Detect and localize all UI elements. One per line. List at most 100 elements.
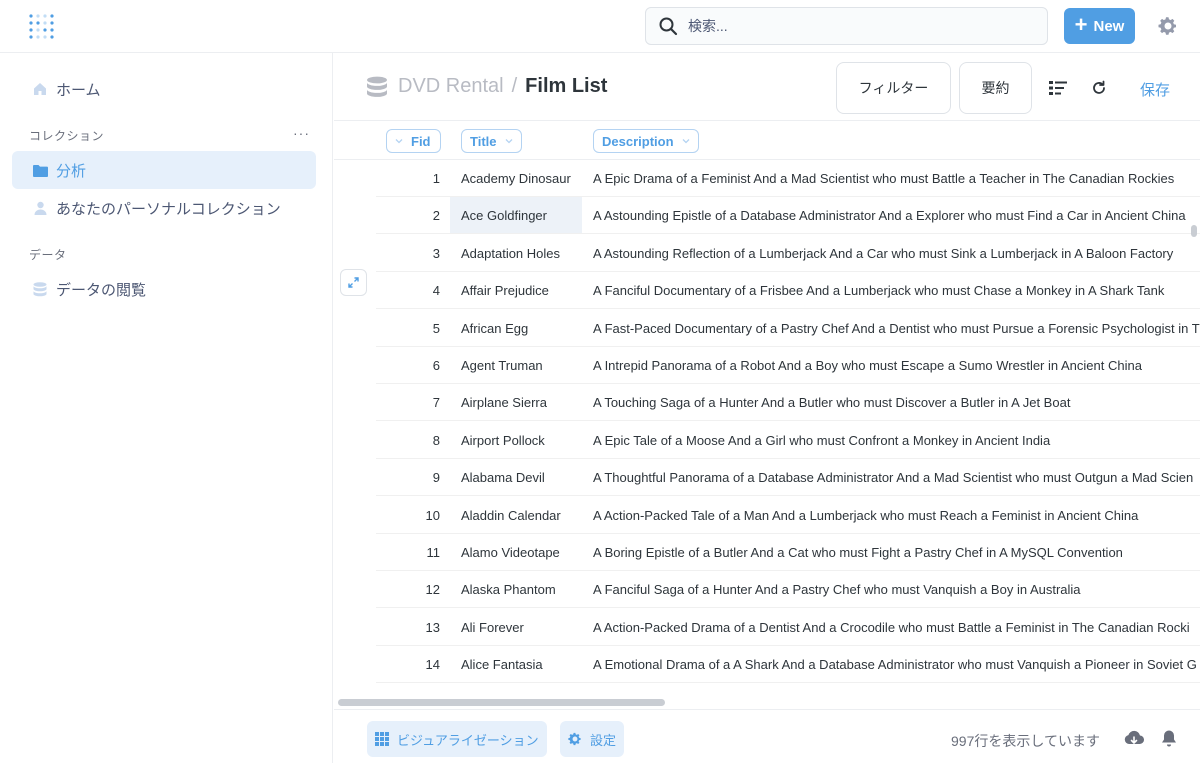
title-cell[interactable]: Ace Goldfinger [461, 208, 547, 223]
fid-cell[interactable]: 6 [376, 358, 440, 373]
description-cell[interactable]: A Epic Tale of a Moose And a Girl who mu… [593, 433, 1050, 448]
sidebar-item-label: データの閲覧 [56, 281, 147, 299]
plus-icon: + [1074, 12, 1088, 37]
title-cell[interactable]: Affair Prejudice [461, 283, 549, 298]
table-row[interactable]: 1 Academy Dinosaur A Epic Drama of a Femin… [376, 160, 1200, 197]
title-cell[interactable]: Alabama Devil [461, 470, 545, 485]
title-cell[interactable]: Ali Forever [461, 620, 524, 635]
search-bar[interactable] [645, 7, 1048, 45]
summarize-button[interactable]: 要約 [959, 62, 1032, 114]
title-cell[interactable]: Agent Truman [461, 358, 543, 373]
sidebar-item-browse-data[interactable]: データの閲覧 [12, 270, 316, 308]
description-cell[interactable]: A Astounding Epistle of a Database Admin… [593, 208, 1186, 223]
gear-icon[interactable] [1158, 16, 1178, 36]
description-cell[interactable]: A Action-Packed Drama of a Dentist And a… [593, 620, 1190, 635]
fid-cell[interactable]: 2 [376, 208, 440, 223]
breadcrumb: DVD Rental / Film List [366, 75, 607, 98]
top-bar: + New [0, 0, 1200, 53]
column-header-fid[interactable]: Fid [386, 129, 441, 153]
description-cell[interactable]: A Epic Drama of a Feminist And a Mad Sci… [593, 171, 1174, 186]
table-row[interactable]: 13 Ali Forever A Action-Packed Drama of a … [376, 609, 1200, 646]
title-cell[interactable]: Alice Fantasia [461, 657, 543, 672]
collections-section-label: コレクション [29, 129, 105, 143]
column-header-title[interactable]: Title [461, 129, 522, 153]
filter-button[interactable]: フィルター [836, 62, 951, 114]
table-row[interactable]: 8 Airport Pollock A Epic Tale of a Moose A… [376, 422, 1200, 459]
new-button-label: New [1093, 17, 1125, 35]
column-header-label: Title [470, 133, 497, 149]
description-cell[interactable]: A Action-Packed Tale of a Man And a Lumb… [593, 508, 1138, 523]
row-count-text: 997行を表示しています [951, 733, 1100, 749]
folder-icon [32, 162, 48, 178]
title-cell[interactable]: Alaska Phantom [461, 582, 556, 597]
chevron-down-icon [682, 139, 689, 144]
table-row[interactable]: 12 Alaska Phantom A Fanciful Saga of a Hun… [376, 571, 1200, 609]
table-row[interactable]: 4 Affair Prejudice A Fanciful Documentary … [376, 272, 1200, 310]
table-row[interactable]: 11 Alamo Videotape A Boring Epistle of a B… [376, 534, 1200, 571]
notebook-editor-icon[interactable] [1047, 77, 1069, 99]
fid-cell[interactable]: 1 [376, 171, 440, 186]
description-cell[interactable]: A Astounding Reflection of a Lumberjack … [593, 246, 1173, 261]
description-cell[interactable]: A Boring Epistle of a Butler And a Cat w… [593, 545, 1123, 560]
results-table: Fid Title Description 1 Academy Dinosaur A… [334, 120, 1200, 694]
main-content: DVD Rental / Film List フィルター 要約 保存 Fid T [334, 53, 1200, 763]
vertical-scrollbar[interactable] [1191, 225, 1197, 237]
search-input[interactable] [688, 18, 1028, 34]
title-cell[interactable]: Airport Pollock [461, 433, 545, 448]
fid-cell[interactable]: 12 [376, 582, 440, 597]
fid-cell[interactable]: 10 [376, 508, 440, 523]
fid-cell[interactable]: 14 [376, 657, 440, 672]
fid-cell[interactable]: 4 [376, 283, 440, 298]
breadcrumb-database-link[interactable]: DVD Rental [398, 75, 504, 98]
title-cell[interactable]: Adaptation Holes [461, 246, 560, 261]
summarize-button-label: 要約 [981, 80, 1010, 96]
description-cell[interactable]: A Emotional Drama of a A Shark And a Dat… [593, 657, 1197, 672]
description-cell[interactable]: A Touching Saga of a Hunter And a Butler… [593, 395, 1070, 410]
table-header: Fid Title Description [334, 121, 1200, 159]
download-icon[interactable] [1124, 730, 1144, 748]
sidebar-item-analysis[interactable]: 分析 [12, 151, 316, 189]
settings-button[interactable]: 設定 [560, 721, 625, 757]
table-row[interactable]: 7 Airplane Sierra A Touching Saga of a Hun… [376, 384, 1200, 422]
fid-cell[interactable]: 5 [376, 321, 440, 336]
table-row[interactable]: 2 Ace Goldfinger A Astounding Epistle of a… [376, 197, 1200, 235]
fid-cell[interactable]: 13 [376, 620, 440, 635]
refresh-icon[interactable] [1088, 77, 1110, 99]
description-cell[interactable]: A Fanciful Saga of a Hunter And a Pastry… [593, 582, 1081, 597]
fid-cell[interactable]: 9 [376, 470, 440, 485]
data-section-label: データ [29, 248, 67, 262]
description-cell[interactable]: A Fast-Paced Documentary of a Pastry Che… [593, 321, 1200, 336]
table-row[interactable]: 9 Alabama Devil A Thoughtful Panorama of a… [376, 459, 1200, 497]
bell-icon[interactable] [1160, 729, 1178, 748]
description-cell[interactable]: A Thoughtful Panorama of a Database Admi… [593, 470, 1193, 485]
new-button[interactable]: + New [1064, 8, 1135, 44]
column-header-description[interactable]: Description [593, 129, 699, 153]
sidebar-item-home[interactable]: ホーム [12, 70, 316, 108]
title-cell[interactable]: Aladdin Calendar [461, 508, 561, 523]
table-row[interactable]: 5 African Egg A Fast-Paced Documentary of … [376, 310, 1200, 347]
table-row[interactable]: 14 Alice Fantasia A Emotional Drama of a A… [376, 646, 1200, 684]
title-cell[interactable]: Academy Dinosaur [461, 171, 571, 186]
description-cell[interactable]: A Intrepid Panorama of a Robot And a Boy… [593, 358, 1142, 373]
more-options-icon[interactable]: ··· [293, 125, 310, 141]
fid-cell[interactable]: 3 [376, 246, 440, 261]
title-cell[interactable]: African Egg [461, 321, 528, 336]
visualization-button[interactable]: ビジュアライゼーション [367, 721, 547, 757]
save-button[interactable]: 保存 [1140, 79, 1170, 100]
table-row[interactable]: 3 Adaptation Holes A Astounding Reflection… [376, 235, 1200, 272]
fid-cell[interactable]: 11 [376, 545, 441, 560]
expand-row-button[interactable] [340, 269, 367, 296]
description-cell[interactable]: A Fanciful Documentary of a Frisbee And … [593, 283, 1164, 298]
title-cell[interactable]: Alamo Videotape [461, 545, 560, 560]
chevron-down-icon [395, 139, 403, 144]
database-icon [32, 281, 48, 297]
title-cell[interactable]: Airplane Sierra [461, 395, 547, 410]
table-row[interactable]: 10 Aladdin Calendar A Action-Packed Tale o… [376, 497, 1200, 534]
horizontal-scrollbar[interactable] [338, 699, 665, 706]
sidebar: ホーム コレクション ··· 分析 あなたのパーソナルコレクション データ デー… [0, 53, 333, 763]
fid-cell[interactable]: 7 [376, 395, 440, 410]
sidebar-item-personal-collection[interactable]: あなたのパーソナルコレクション [12, 189, 316, 227]
table-row[interactable]: 6 Agent Truman A Intrepid Panorama of a Ro… [376, 347, 1200, 384]
metabase-logo-icon[interactable] [28, 13, 56, 41]
fid-cell[interactable]: 8 [376, 433, 440, 448]
